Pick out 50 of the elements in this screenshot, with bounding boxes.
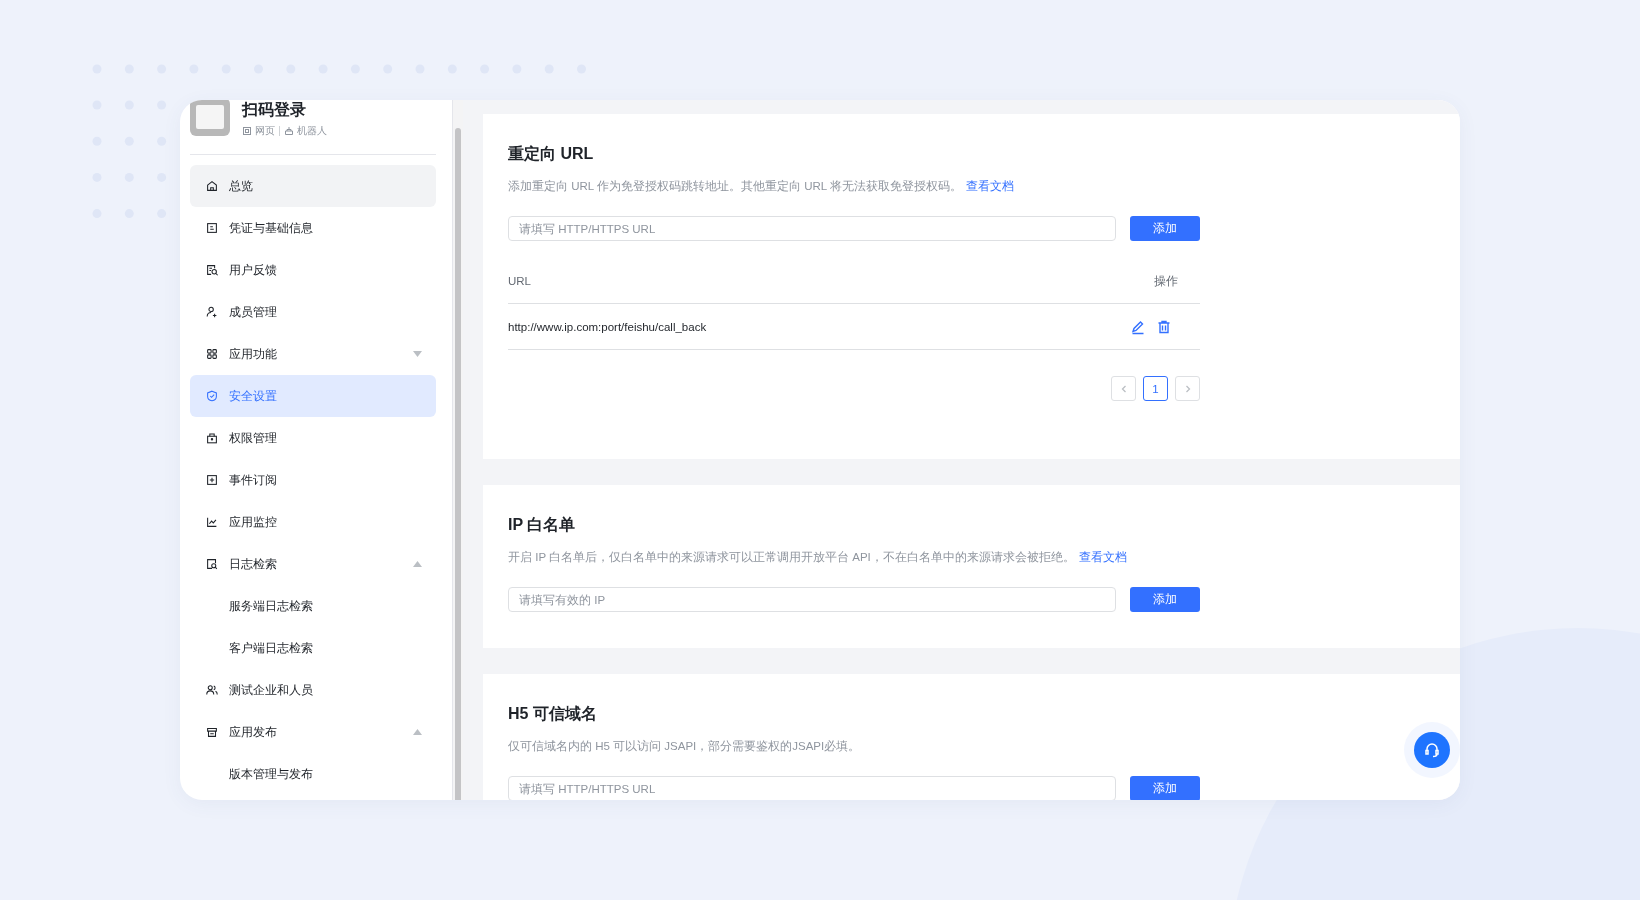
- sidebar-item[interactable]: 安全设置: [190, 375, 436, 417]
- home-icon: [205, 179, 219, 193]
- user-icon: [205, 305, 219, 319]
- section-description: 仅可信域名内的 H5 可以访问 JSAPI，部分需要鉴权的JSAPI必填。: [508, 739, 861, 754]
- sidebar-item[interactable]: 总览: [190, 165, 436, 207]
- sidebar-subitem[interactable]: 客户端日志检索: [190, 627, 436, 669]
- sidebar-item[interactable]: 事件订阅: [190, 459, 436, 501]
- sidebar-item[interactable]: 测试企业和人员: [190, 669, 436, 711]
- app-tag: 网页: [255, 124, 275, 138]
- add-button[interactable]: 添加: [1130, 587, 1200, 612]
- page-button[interactable]: 1: [1143, 376, 1168, 401]
- sidebar-subitem[interactable]: 服务端日志检索: [190, 585, 436, 627]
- sidebar-item[interactable]: 凭证与基础信息: [190, 207, 436, 249]
- headset-icon: [1423, 741, 1441, 759]
- docs-link[interactable]: 查看文档: [965, 180, 1014, 192]
- section-title: IP 白名单: [508, 515, 577, 535]
- scrollbar-thumb[interactable]: [455, 128, 461, 800]
- input-field[interactable]: 请填写 HTTP/HTTPS URL: [508, 776, 1116, 800]
- section-description: 添加重定向 URL 作为免登授权码跳转地址。其他重定向 URL 将无法获取免登授权码。 查看文档: [508, 179, 1014, 194]
- shield-icon: [205, 389, 219, 403]
- app-tag: 机器人: [297, 124, 327, 138]
- sidebar-item[interactable]: 应用发布: [190, 711, 436, 753]
- grid-icon: [205, 347, 219, 361]
- sidebar-item[interactable]: 日志检索: [190, 543, 436, 585]
- input-field[interactable]: 请填写 HTTP/HTTPS URL: [508, 216, 1116, 241]
- plus-icon: [205, 473, 219, 487]
- section-title: 重定向 URL: [508, 144, 595, 164]
- sidebar-item[interactable]: 应用功能: [190, 333, 436, 375]
- delete-icon[interactable]: [1156, 318, 1172, 335]
- table-cell: http://www.ip.com:port/feishu/call_back: [508, 320, 707, 333]
- users-icon: [205, 683, 219, 697]
- docs-link[interactable]: 查看文档: [1078, 551, 1127, 563]
- input-field[interactable]: 请填写有效的 IP: [508, 587, 1116, 612]
- square-icon: [242, 126, 252, 136]
- edit-icon[interactable]: [1130, 318, 1146, 335]
- column-header: 操作: [1154, 273, 1179, 289]
- section-title: H5 可信域名: [508, 704, 598, 724]
- sidebar-item[interactable]: 用户反馈: [190, 249, 436, 291]
- chart-icon: [205, 515, 219, 529]
- sidebar-item[interactable]: 权限管理: [190, 417, 436, 459]
- search-icon: [205, 557, 219, 571]
- sidebar-item[interactable]: 应用监控: [190, 501, 436, 543]
- add-button[interactable]: 添加: [1130, 216, 1200, 241]
- column-header: URL: [508, 275, 531, 287]
- add-button[interactable]: 添加: [1130, 776, 1200, 800]
- sidebar-subitem[interactable]: 版本管理与发布: [190, 753, 436, 795]
- doc-icon: [205, 221, 219, 235]
- sidebar-item[interactable]: 成员管理: [190, 291, 436, 333]
- section-description: 开启 IP 白名单后，仅白名单中的来源请求可以正常调用开放平台 API，不在白名单中的来源请求会被拒绝。 查看文档: [508, 550, 1127, 565]
- app-name: 扫码登录: [242, 100, 307, 120]
